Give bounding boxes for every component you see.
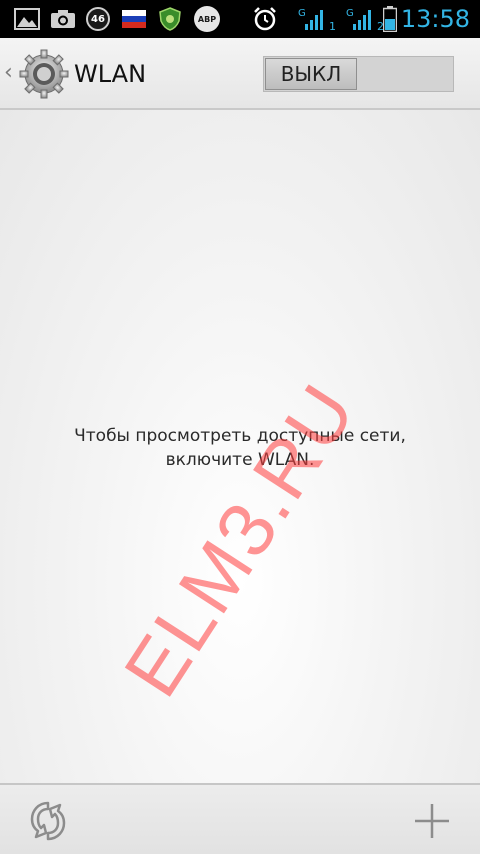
- camera-icon: [50, 7, 76, 31]
- notification-46-icon: 46: [86, 7, 110, 31]
- signal-sim2-icon: G 2: [342, 7, 384, 33]
- bottom-action-bar: [0, 783, 480, 854]
- sim1-label: 1: [329, 20, 336, 33]
- notification-badge: 46: [86, 7, 110, 31]
- add-network-icon[interactable]: [408, 797, 456, 845]
- settings-gear-icon[interactable]: [18, 48, 70, 100]
- wlan-toggle[interactable]: ВЫКЛ: [263, 56, 454, 92]
- signal-sim1-icon: G 1: [294, 7, 336, 33]
- adblock-label: ABP: [194, 6, 220, 32]
- battery-icon: [383, 6, 397, 32]
- watermark: ELM3.RU: [106, 368, 373, 712]
- adblock-icon: ABP: [194, 6, 220, 32]
- status-bar: 46 ABP G 1 G 2 13:58: [0, 0, 480, 38]
- gallery-icon: [14, 7, 40, 31]
- wlan-empty-state: Чтобы просмотреть доступные сети, включи…: [0, 110, 480, 784]
- svg-text:G: G: [298, 8, 306, 19]
- russia-flag-icon: [122, 7, 146, 31]
- action-bar: ‹ WLAN ВЫКЛ: [0, 38, 480, 110]
- alarm-icon: [252, 7, 278, 31]
- clock: 13:58: [400, 5, 470, 33]
- svg-text:G: G: [346, 8, 354, 19]
- back-chevron-icon[interactable]: ‹: [4, 60, 13, 85]
- message-line-1: Чтобы просмотреть доступные сети,: [74, 426, 406, 446]
- wlan-toggle-label: ВЫКЛ: [265, 58, 357, 90]
- antivirus-icon: [158, 7, 182, 31]
- refresh-scan-icon[interactable]: [24, 797, 72, 845]
- page-title: WLAN: [74, 60, 147, 88]
